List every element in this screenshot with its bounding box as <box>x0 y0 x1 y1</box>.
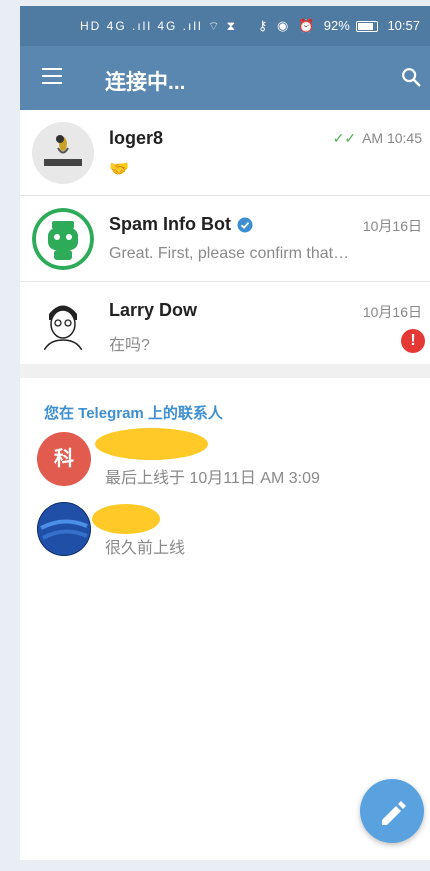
menu-icon[interactable] <box>42 68 62 86</box>
alarm-icon: ⏰ <box>297 18 315 33</box>
chat-preview: 🤝 <box>109 161 129 178</box>
search-icon[interactable] <box>400 66 422 88</box>
redacted-name <box>92 504 160 534</box>
chat-name: Larry Dow <box>109 300 198 320</box>
page-title: 连接中... <box>105 71 186 94</box>
avatar <box>32 122 94 184</box>
chat-item-spam-info-bot[interactable]: Spam Info Bot 10月16日 Great. First, pleas… <box>20 196 430 282</box>
compose-button[interactable] <box>360 779 424 843</box>
chat-item-loger8[interactable]: loger8 ✓✓ AM 10:45 🤝 <box>20 110 430 196</box>
alert-icon: ! <box>401 329 425 353</box>
chat-time: 10月16日 <box>362 218 422 234</box>
double-check-icon: ✓✓ <box>332 130 357 146</box>
verified-icon <box>237 217 253 233</box>
chat-list: loger8 ✓✓ AM 10:45 🤝 Spam Info Bot 10月16日… <box>20 110 430 367</box>
contact-item[interactable]: 很久前上线 <box>20 502 430 562</box>
status-bar: HD 4G .ıll 4G .ıll ⌔ ⧗ ⚷ ◉ ⏰ 92% 10:57 <box>20 6 430 46</box>
clock: 10:57 <box>387 18 420 33</box>
avatar <box>37 502 91 556</box>
eye-icon: ◉ <box>277 18 289 33</box>
contact-item[interactable]: 科 最后上线于 10月11日 AM 3:09 <box>20 428 430 492</box>
battery-percent: 92% <box>323 18 350 33</box>
contact-status: 很久前上线 <box>105 540 186 557</box>
chat-item-larry-dow[interactable]: Larry Dow 10月16日 在吗? ! <box>20 282 430 367</box>
status-bar-right: ⚷ ◉ ⏰ 92% 10:57 <box>252 18 420 34</box>
phone-screen: HD 4G .ıll 4G .ıll ⌔ ⧗ ⚷ ◉ ⏰ 92% 10:57 连… <box>20 6 430 860</box>
chat-name: loger8 <box>109 128 164 148</box>
chat-time: 10月16日 <box>362 304 422 320</box>
avatar <box>32 208 94 270</box>
avatar: 科 <box>37 432 91 486</box>
redacted-name <box>95 428 208 460</box>
contacts-section-title: 您在 Telegram 上的联系人 <box>44 405 223 422</box>
chat-preview: 在吗? <box>109 337 150 354</box>
chat-time: ✓✓ AM 10:45 <box>332 130 422 146</box>
status-bar-network-icons: HD 4G .ıll 4G .ıll ⌔ ⧗ <box>80 19 238 33</box>
app-bar: 连接中... <box>20 46 430 110</box>
battery-icon <box>355 21 378 33</box>
section-divider <box>20 364 430 378</box>
pencil-icon <box>382 801 406 825</box>
chat-preview: Great. First, please confirm that… <box>109 245 350 262</box>
contact-status: 最后上线于 10月11日 AM 3:09 <box>105 470 320 487</box>
chat-name: Spam Info Bot <box>109 214 253 235</box>
avatar <box>32 294 94 356</box>
key-icon: ⚷ <box>257 18 268 33</box>
